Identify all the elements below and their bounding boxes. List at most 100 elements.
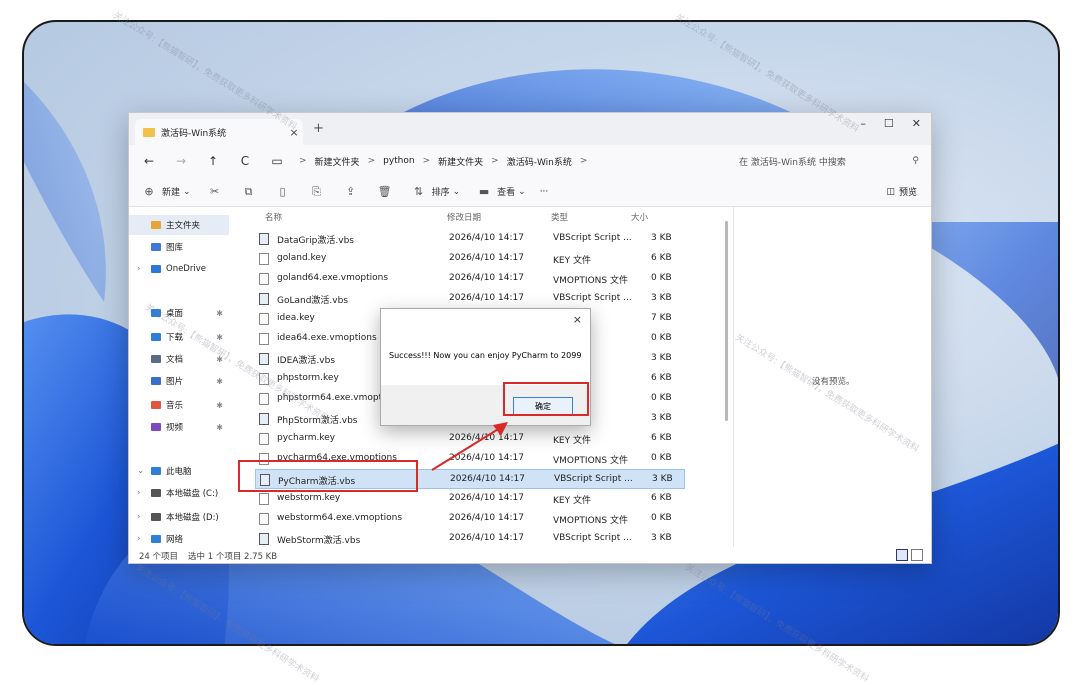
view-button[interactable]: ▬ 查看 ⌄ xyxy=(474,185,526,198)
file-size: 6 KB xyxy=(651,493,672,503)
dialog-close-icon[interactable]: × xyxy=(573,313,582,326)
pin-icon: ✱ xyxy=(216,332,223,342)
file-type: KEY 文件 xyxy=(553,496,591,506)
sort-icon: ⇅ xyxy=(413,185,424,198)
sidebar-item-icon xyxy=(151,355,161,363)
expand-chevron-icon[interactable]: › xyxy=(137,488,140,498)
tiles-view-icon[interactable] xyxy=(911,549,923,561)
monitor-icon[interactable]: ▭ xyxy=(265,154,289,168)
preview-pane-button[interactable]: ◫ 预览 xyxy=(886,185,917,199)
sort-button[interactable]: ⇅ 排序 ⌄ xyxy=(409,185,461,198)
view-toggle xyxy=(896,549,923,561)
file-row[interactable]: GoLand激活.vbs 2026/4/10 14:17 VBScript Scri… xyxy=(255,289,685,309)
sidebar-item[interactable]: 主文件夹 xyxy=(129,215,229,235)
sidebar-item[interactable]: › 本地磁盘 (C:) xyxy=(129,483,229,503)
sidebar-item[interactable]: 视频 ✱ xyxy=(129,417,229,437)
refresh-button[interactable]: C xyxy=(233,154,257,168)
sidebar-item-label: 此电脑 xyxy=(166,467,192,477)
expand-chevron-icon[interactable]: › xyxy=(137,512,140,522)
file-row[interactable]: WebStorm激活.vbs 2026/4/10 14:17 VBScript Sc… xyxy=(255,529,685,549)
sidebar-item[interactable]: › 网络 xyxy=(129,529,229,549)
file-row[interactable]: goland.key 2026/4/10 14:17 KEY 文件 6 KB xyxy=(255,249,685,269)
file-row[interactable]: DataGrip激活.vbs 2026/4/10 14:17 VBScript Sc… xyxy=(255,229,685,249)
file-size: 3 KB xyxy=(652,474,673,484)
sidebar-item-icon xyxy=(151,467,161,475)
forward-button[interactable]: → xyxy=(169,154,193,168)
sidebar-item[interactable]: ⌄ 此电脑 xyxy=(129,461,229,481)
breadcrumb-item[interactable]: 新建文件夹 xyxy=(315,155,360,168)
sidebar-item[interactable]: 图库 xyxy=(129,237,229,257)
cut-icon[interactable]: ✂ xyxy=(205,185,225,198)
column-type[interactable]: 类型 xyxy=(551,211,568,223)
sidebar-item-label: 文档 xyxy=(166,355,184,365)
file-date: 2026/4/10 14:17 xyxy=(449,533,524,543)
new-tab-button[interactable]: + xyxy=(313,121,324,136)
script-file-icon xyxy=(259,293,269,305)
file-date: 2026/4/10 14:17 xyxy=(450,474,525,484)
sidebar-item-label: 视频 xyxy=(166,423,184,433)
copy-icon[interactable]: ⧉ xyxy=(239,185,259,199)
file-name: idea64.exe.vmoptions xyxy=(277,333,377,343)
back-button[interactable]: ← xyxy=(137,154,161,168)
sidebar-item[interactable]: › 本地磁盘 (D:) xyxy=(129,507,229,527)
sidebar-item[interactable]: 音乐 ✱ xyxy=(129,395,229,415)
maximize-button[interactable]: ☐ xyxy=(884,117,894,130)
sidebar-item-icon xyxy=(151,401,161,409)
file-type: VBScript Script ... xyxy=(553,533,632,543)
file-type: VBScript Script ... xyxy=(553,293,632,303)
share-icon[interactable]: ⇪ xyxy=(341,185,361,198)
file-row[interactable]: webstorm64.exe.vmoptions 2026/4/10 14:17 V… xyxy=(255,509,685,529)
sidebar-item-icon xyxy=(151,333,161,341)
file-type: VBScript Script ... xyxy=(553,233,632,243)
paste-icon[interactable]: ▯ xyxy=(273,185,293,198)
expand-chevron-icon[interactable]: › xyxy=(137,534,140,544)
chevron-down-icon: ⌄ xyxy=(183,186,191,197)
pin-icon: ✱ xyxy=(216,400,223,410)
chevron-down-icon: ⌄ xyxy=(452,186,461,197)
expand-chevron-icon[interactable]: › xyxy=(137,264,140,274)
view-icon: ▬ xyxy=(478,185,490,198)
column-name[interactable]: 名称 xyxy=(265,211,282,223)
file-type: KEY 文件 xyxy=(553,256,591,266)
breadcrumb-item[interactable]: python xyxy=(383,156,414,166)
expand-chevron-icon[interactable]: ⌄ xyxy=(137,466,144,476)
file-date: 2026/4/10 14:17 xyxy=(449,493,524,503)
view-button-label: 查看 xyxy=(497,188,516,198)
more-button[interactable]: ··· xyxy=(540,187,549,197)
command-bar: ⊕ 新建 ⌄ ✂ ⧉ ▯ ⎘ ⇪ 🗑 ⇅ 排序 ⌄ ▬ 查看 ⌄ ··· ◫ 预… xyxy=(129,177,931,207)
file-icon xyxy=(259,253,269,265)
rename-icon[interactable]: ⎘ xyxy=(307,185,327,199)
script-file-icon xyxy=(259,353,269,365)
sidebar-item-label: 主文件夹 xyxy=(166,221,201,231)
file-row[interactable]: goland64.exe.vmoptions 2026/4/10 14:17 VMO… xyxy=(255,269,685,289)
scrollbar[interactable] xyxy=(725,221,728,421)
file-size: 0 KB xyxy=(651,513,672,523)
up-button[interactable]: ↑ xyxy=(201,154,225,168)
sidebar-item[interactable]: 图片 ✱ xyxy=(129,371,229,391)
search-input[interactable]: 在 激活码-Win系统 中搜索 ⚲ xyxy=(739,151,919,171)
details-view-icon[interactable] xyxy=(896,549,908,561)
breadcrumb-item[interactable]: 新建文件夹 xyxy=(438,155,483,168)
column-date[interactable]: 修改日期 xyxy=(447,211,481,223)
file-date: 2026/4/10 14:17 xyxy=(449,453,524,463)
new-button[interactable]: ⊕ 新建 ⌄ xyxy=(139,185,191,198)
sidebar-item[interactable]: › OneDrive xyxy=(129,259,229,279)
file-icon xyxy=(259,313,269,325)
file-size: 0 KB xyxy=(651,393,672,403)
column-size[interactable]: 大小 xyxy=(631,211,648,223)
delete-icon[interactable]: 🗑 xyxy=(375,185,395,198)
breadcrumb-separator: > xyxy=(422,156,431,166)
file-row[interactable]: webstorm.key 2026/4/10 14:17 KEY 文件 6 KB xyxy=(255,489,685,509)
file-icon xyxy=(259,433,269,445)
breadcrumb-separator: > xyxy=(579,156,588,166)
sidebar-item-label: 本地磁盘 (C:) xyxy=(166,489,219,499)
file-name: goland.key xyxy=(277,253,327,263)
breadcrumb-item[interactable]: 激活码-Win系统 xyxy=(507,155,572,168)
file-row[interactable]: pycharm.key 2026/4/10 14:17 KEY 文件 6 KB xyxy=(255,429,685,449)
file-size: 3 KB xyxy=(651,353,672,363)
sort-button-label: 排序 xyxy=(431,188,450,198)
file-icon xyxy=(259,493,269,505)
file-icon xyxy=(259,513,269,525)
file-size: 6 KB xyxy=(651,433,672,443)
close-window-button[interactable]: ✕ xyxy=(912,117,921,130)
